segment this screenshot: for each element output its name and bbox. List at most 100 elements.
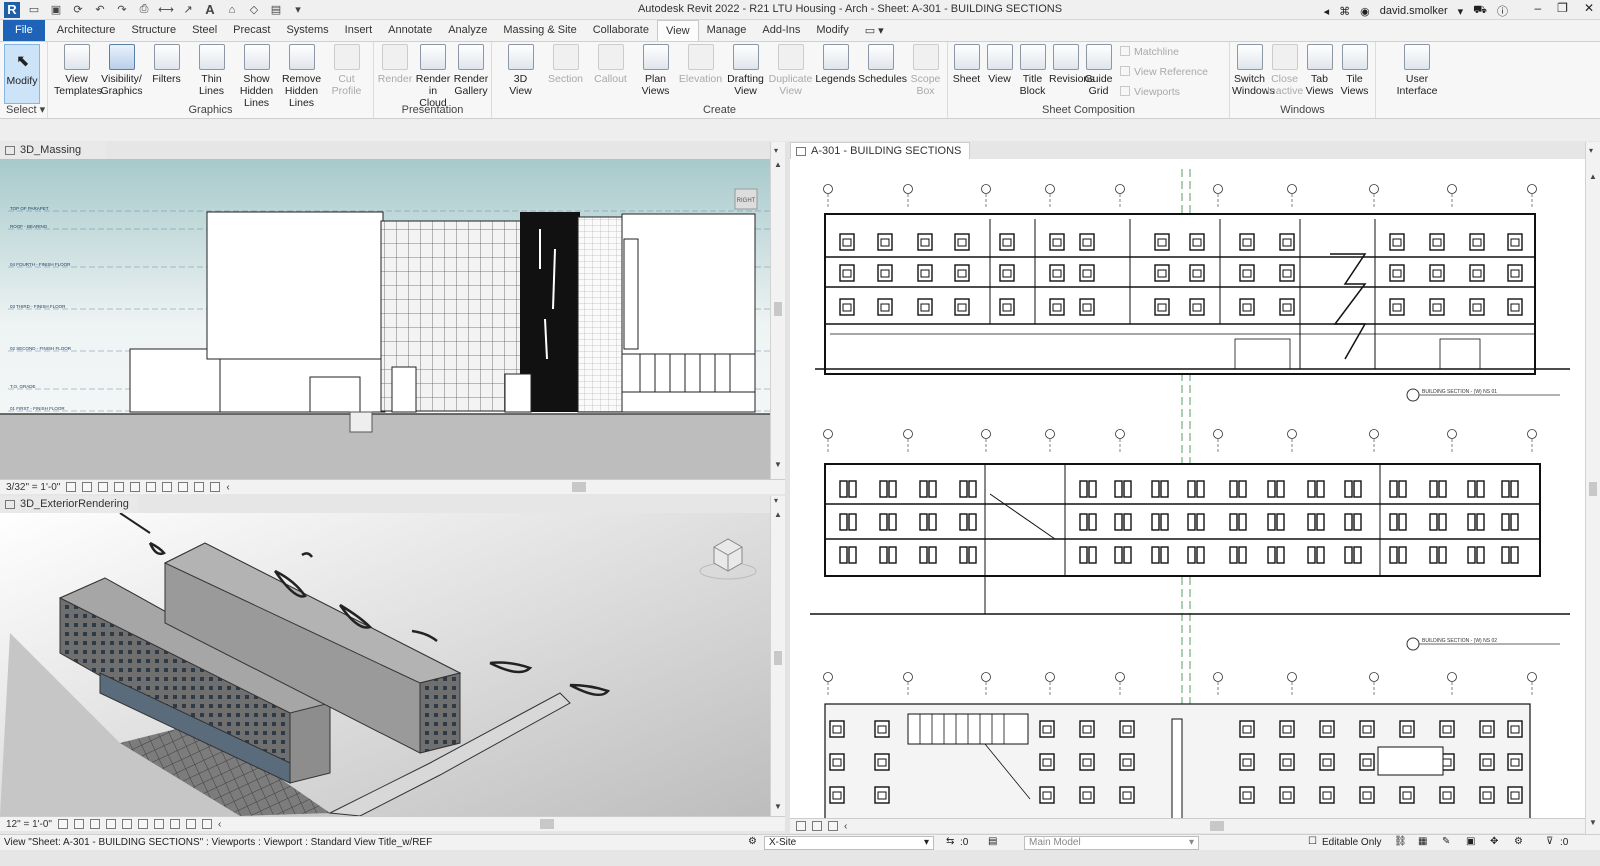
view-scale[interactable]: 3/32" = 1'-0" xyxy=(6,482,60,493)
tab-view[interactable]: View xyxy=(656,20,699,41)
view-menu-arrow-icon[interactable]: ▾ xyxy=(1589,146,1593,155)
exterior-scrollbar[interactable]: ▾ ▲ ▼ xyxy=(770,496,785,816)
temporary-hide-icon[interactable] xyxy=(178,482,189,492)
viewcube-label[interactable]: RIGHT xyxy=(737,198,756,204)
scroll-left-icon[interactable]: ‹ xyxy=(218,819,221,830)
switch-windows-button[interactable]: Switch Windows xyxy=(1232,44,1275,97)
grid-bubble[interactable] xyxy=(1045,184,1055,208)
tab-structure[interactable]: Structure xyxy=(123,20,184,41)
viewports-button[interactable]: Viewports xyxy=(1120,86,1180,98)
sun-path-icon[interactable] xyxy=(796,821,806,831)
view-scale[interactable]: 12" = 1'-0" xyxy=(6,819,52,830)
select-dropdown[interactable]: Select ▾ xyxy=(0,103,47,116)
restore-icon[interactable]: ❐ xyxy=(1557,1,1568,15)
select-by-face-icon[interactable]: ▣ xyxy=(1466,836,1475,847)
title-block-button[interactable]: Title Block xyxy=(1016,44,1049,97)
shadows-icon[interactable] xyxy=(114,482,125,492)
grid-bubble[interactable] xyxy=(1527,672,1537,696)
sheet-view[interactable]: BUILDING SECTION - (W) NS 01 BUILDING SE… xyxy=(790,159,1585,819)
reveal-hidden-icon[interactable] xyxy=(194,482,205,492)
view-menu-arrow-icon[interactable]: ▾ xyxy=(774,496,778,505)
grid-bubble[interactable] xyxy=(823,429,833,453)
grid-bubble[interactable] xyxy=(1369,184,1379,208)
grid-bubble[interactable] xyxy=(1045,672,1055,696)
grid-bubble[interactable] xyxy=(1369,429,1379,453)
drag-elements-icon[interactable]: ✥ xyxy=(1490,836,1498,847)
lock-3d-icon[interactable] xyxy=(169,819,180,829)
close-icon[interactable]: ✕ xyxy=(1584,1,1594,15)
design-options-icon[interactable]: ▤ xyxy=(988,836,997,847)
grid-bubble[interactable] xyxy=(1213,184,1223,208)
scroll-thumb[interactable] xyxy=(774,651,782,665)
editable-only-checkbox[interactable]: ☐ xyxy=(1308,836,1317,847)
grid-bubble[interactable] xyxy=(1213,672,1223,696)
level-label[interactable]: 01 FIRST - FINISH FLOOR xyxy=(10,406,65,411)
massing-scrollbar[interactable]: ▾ ▲ ▼ xyxy=(770,142,785,480)
scroll-left-icon[interactable]: ‹ xyxy=(226,482,229,493)
crop-view-icon[interactable] xyxy=(130,482,141,492)
grid-bubble[interactable] xyxy=(1527,184,1537,208)
visual-style-icon[interactable] xyxy=(73,819,84,829)
contextual-tab-options-icon[interactable]: ▭ ▾ xyxy=(857,20,892,41)
detail-level-icon[interactable] xyxy=(66,482,77,492)
scroll-down-icon[interactable]: ▼ xyxy=(1589,818,1597,827)
grid-bubble[interactable] xyxy=(1527,429,1537,453)
undo-icon[interactable]: ↶ xyxy=(92,3,108,17)
render-in-cloud-button[interactable]: Render in Cloud xyxy=(414,44,452,109)
massing-view[interactable]: RIGHT TOP OF PARAPET ROOF - BEARING 04 FOU… xyxy=(0,159,785,480)
view-button[interactable]: View xyxy=(983,44,1016,85)
view-tab-3d-massing[interactable]: 3D_Massing xyxy=(0,142,106,159)
view-templates-button[interactable]: View Templates xyxy=(54,44,102,97)
tab-views-button[interactable]: Tab Views xyxy=(1302,44,1337,97)
visibility-graphics-button[interactable]: Visibility/ Graphics xyxy=(99,44,144,97)
section-icon[interactable]: ◇ xyxy=(246,3,262,17)
grid-bubble[interactable] xyxy=(903,429,913,453)
minimize-icon[interactable]: – xyxy=(1534,1,1541,15)
user-name[interactable]: david.smolker xyxy=(1380,5,1448,17)
close-inactive-button[interactable]: Close Inactive xyxy=(1267,44,1303,97)
help-icon[interactable]: ⓘ xyxy=(1497,3,1508,19)
tab-analyze[interactable]: Analyze xyxy=(440,20,495,41)
tab-insert[interactable]: Insert xyxy=(337,20,381,41)
detail-level-icon[interactable] xyxy=(57,819,68,829)
tab-systems[interactable]: Systems xyxy=(278,20,336,41)
binoculars-icon[interactable]: ⌘ xyxy=(1339,5,1350,18)
filter-icon[interactable]: ⊽ xyxy=(1546,836,1553,847)
grid-bubble[interactable] xyxy=(1287,184,1297,208)
scope-box-button[interactable]: Scope Box xyxy=(903,44,948,97)
grid-bubble[interactable] xyxy=(1447,672,1457,696)
grid-bubble[interactable] xyxy=(1287,672,1297,696)
grid-bubble[interactable] xyxy=(981,429,991,453)
show-crop-icon[interactable] xyxy=(153,819,164,829)
3d-view-icon[interactable]: ⌂ xyxy=(224,3,240,17)
matchline-button[interactable]: Matchline xyxy=(1120,46,1179,58)
chevron-down-icon[interactable]: ▾ xyxy=(1458,5,1464,18)
schedules-button[interactable]: Schedules xyxy=(858,44,907,85)
grid-bubble[interactable] xyxy=(1287,429,1297,453)
view-menu-arrow-icon[interactable]: ▾ xyxy=(774,146,778,155)
grid-bubble[interactable] xyxy=(823,672,833,696)
sun-path-icon[interactable] xyxy=(98,482,109,492)
grid-bubble[interactable] xyxy=(903,184,913,208)
temporary-hide-icon[interactable] xyxy=(812,821,822,831)
drafting-view-button[interactable]: Drafting View xyxy=(723,44,768,97)
scroll-up-icon[interactable]: ▲ xyxy=(1589,172,1597,181)
grid-bubble[interactable] xyxy=(1115,672,1125,696)
3d-view-button[interactable]: 3D View xyxy=(498,44,543,97)
reveal-hidden-icon[interactable] xyxy=(201,819,212,829)
tab-file[interactable]: File xyxy=(3,20,45,41)
lock-3d-icon[interactable] xyxy=(162,482,173,492)
sheet-button[interactable]: Sheet xyxy=(950,44,983,85)
customize-qat-icon[interactable]: ▾ xyxy=(290,3,306,17)
guide-grid-button[interactable]: Guide Grid xyxy=(1082,44,1115,97)
shadows-icon[interactable] xyxy=(105,819,116,829)
tab-collaborate[interactable]: Collaborate xyxy=(585,20,657,41)
tab-precast[interactable]: Precast xyxy=(225,20,278,41)
cut-profile-button[interactable]: Cut Profile xyxy=(324,44,369,97)
dimension-icon[interactable]: ↗ xyxy=(180,3,196,17)
user-interface-button[interactable]: User Interface xyxy=(1392,44,1442,97)
horizontal-scroll-thumb[interactable] xyxy=(540,819,554,829)
scroll-down-icon[interactable]: ▼ xyxy=(774,802,782,811)
grid-bubble[interactable] xyxy=(981,184,991,208)
tab-annotate[interactable]: Annotate xyxy=(380,20,440,41)
